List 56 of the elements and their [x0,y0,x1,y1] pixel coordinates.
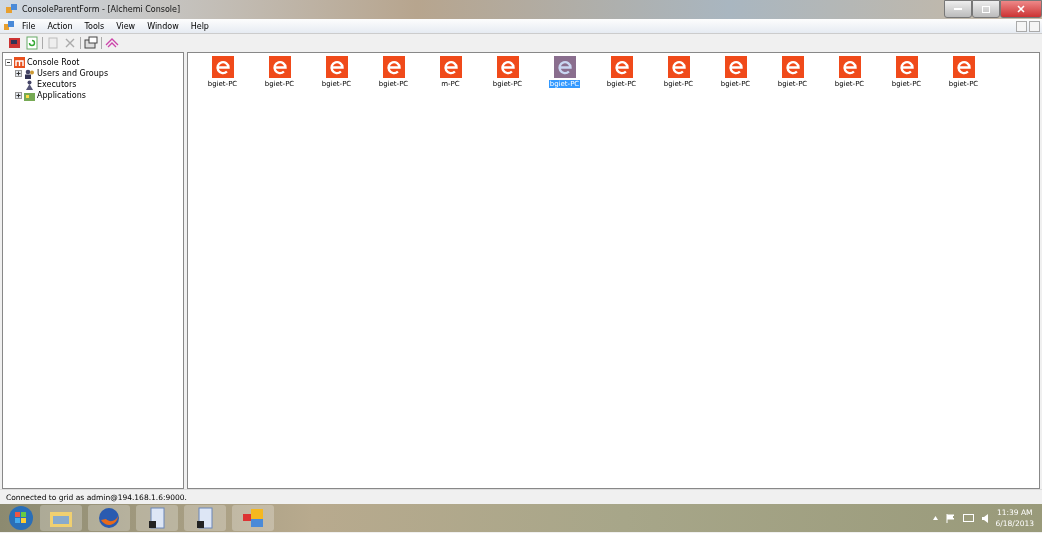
menu-item[interactable]: Action [42,21,78,31]
delete-icon[interactable] [63,36,77,50]
executor-icon[interactable] [952,56,975,78]
document-taskbar-button[interactable] [136,505,178,531]
app-taskbar-button[interactable] [232,505,274,531]
root-icon [14,57,25,68]
executor-icon[interactable] [838,56,861,78]
executor-icon[interactable] [610,56,633,78]
start-button[interactable] [8,505,34,531]
menu-item[interactable]: File [17,21,41,31]
maximize-icon [982,5,990,13]
expand-icon[interactable] [15,92,22,99]
executor-icon[interactable] [724,56,747,78]
document-shortcut-icon [197,507,213,529]
app-icon [4,21,15,31]
close-icon [1017,5,1025,13]
executor-icon[interactable] [382,56,405,78]
tree-item[interactable]: Executors [37,80,77,89]
executor-icon[interactable] [667,56,690,78]
menu-item[interactable]: Tools [79,21,110,31]
tree-item[interactable]: Applications [37,91,86,100]
executor-icon[interactable] [496,56,519,78]
document-taskbar-button[interactable] [184,505,226,531]
minimize-button[interactable] [1016,20,1027,32]
executor-icon[interactable] [211,56,234,78]
tree-item[interactable]: Users and Groups [37,69,109,78]
properties-icon[interactable] [84,36,98,50]
executor-icon[interactable] [781,56,804,78]
folder-icon [50,509,72,527]
executor-icon[interactable] [439,56,462,78]
executors-icon [24,79,35,90]
applications-icon [24,90,35,101]
browser-taskbar-button[interactable] [88,505,130,531]
executor-icon[interactable] [895,56,918,78]
restore-button[interactable] [1029,20,1040,32]
users-icon [24,68,35,79]
menu-item[interactable]: View [111,21,141,31]
close-button[interactable] [1000,0,1042,18]
flag-icon[interactable] [945,513,955,523]
menu-item[interactable]: Window [142,21,184,31]
collapse-icon[interactable] [5,59,12,66]
maximize-button[interactable] [972,0,1000,18]
tree-item[interactable]: Console Root [27,58,80,67]
executor-icon[interactable] [325,56,348,78]
expand-icon[interactable] [15,70,22,77]
document-shortcut-icon [149,507,165,529]
app-icon [6,4,18,15]
volume-icon[interactable] [981,513,988,523]
menu-item[interactable]: Help [185,21,214,31]
executor-icon[interactable] [268,56,291,78]
browser-icon [98,507,120,529]
minimize-button[interactable] [944,0,972,18]
app-icon [243,509,263,527]
executor-icon[interactable] [553,56,576,78]
show-hidden-icon[interactable] [932,516,938,520]
window-title: ConsoleParentForm - [Alchemi Console] [22,5,181,14]
